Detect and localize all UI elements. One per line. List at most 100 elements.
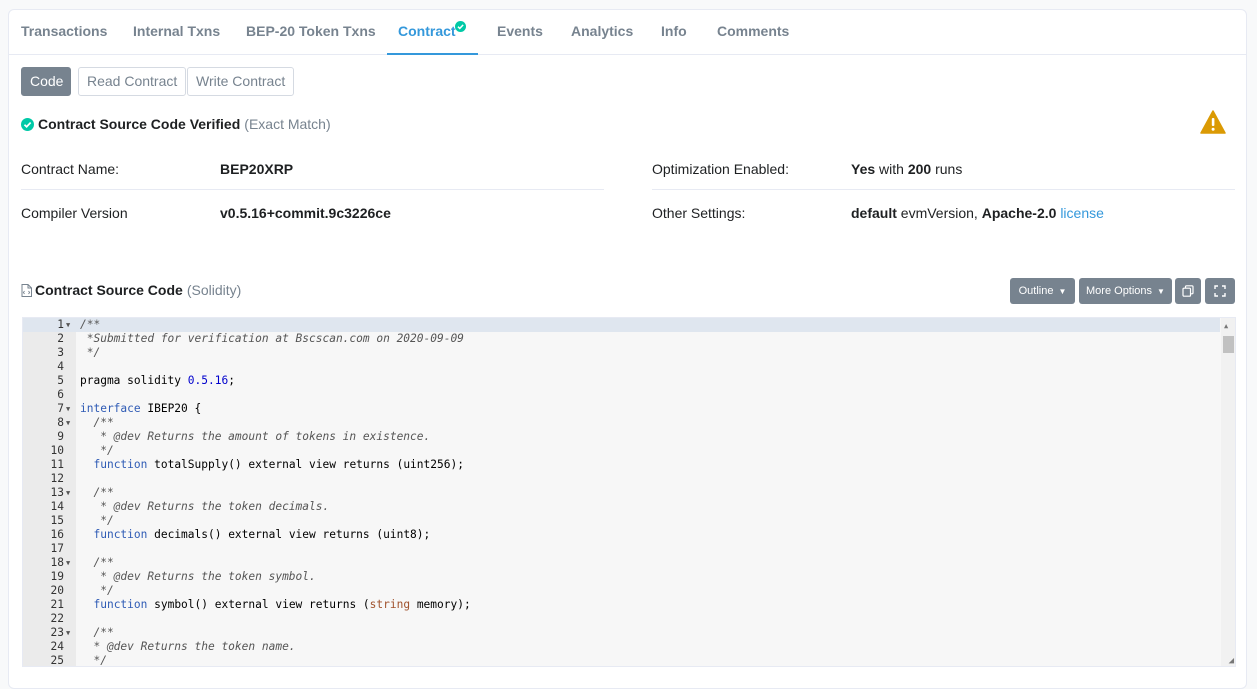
code-editor[interactable]: 1 ▼/** 2 *Submitted for verification at Bs… <box>22 317 1236 667</box>
verified-match: (Exact Match) <box>244 116 331 132</box>
code-button[interactable]: Code <box>21 67 71 96</box>
code-line[interactable]: 20 */ <box>23 584 1220 598</box>
line-number: 19 <box>50 570 64 583</box>
tab-internal-txns[interactable]: Internal Txns <box>133 10 220 55</box>
editor-scrollbar[interactable]: ▲ <box>1221 318 1235 666</box>
code-line[interactable]: 13 ▼ /** <box>23 486 1220 500</box>
line-number: 3 <box>57 346 64 359</box>
other-settings-label: Other Settings: <box>652 205 746 221</box>
optimization-runs-word: runs <box>935 161 963 177</box>
code-line[interactable]: 24 * @dev Returns the token name. <box>23 640 1220 654</box>
code-text: function decimals() external view return… <box>93 528 431 541</box>
line-number: 24 <box>50 640 64 653</box>
fold-toggle-icon[interactable]: ▼ <box>66 556 70 570</box>
expand-icon <box>1214 285 1226 297</box>
tab-info[interactable]: Info <box>661 10 687 55</box>
code-line[interactable]: 22 <box>23 612 1220 626</box>
line-number: 10 <box>50 444 64 457</box>
tab-analytics[interactable]: Analytics <box>571 10 633 55</box>
line-number: 15 <box>50 514 64 527</box>
fold-toggle-icon[interactable]: ▼ <box>66 626 70 640</box>
code-text: * @dev Returns the token decimals. <box>80 500 330 513</box>
tab-contract[interactable]: Contract <box>387 10 478 55</box>
code-line[interactable]: 7 ▼ interface IBEP20 { <box>23 402 1220 416</box>
tab-transactions[interactable]: Transactions <box>21 10 107 55</box>
file-code-icon <box>21 283 32 297</box>
code-line[interactable]: 14 * @dev Returns the token decimals. <box>23 500 1220 514</box>
line-number: 20 <box>50 584 64 597</box>
source-code-title: Contract Source Code <box>35 282 183 298</box>
code-line[interactable]: 1 ▼ /** <box>23 318 1220 332</box>
copy-button[interactable] <box>1175 278 1201 304</box>
code-line[interactable]: 15 */ <box>23 514 1220 528</box>
code-line[interactable]: 23 ▼ /** <box>23 626 1220 640</box>
code-line[interactable]: 5 pragma solidity 0.5.16; <box>23 374 1220 388</box>
optimization-label: Optimization Enabled: <box>652 161 789 177</box>
source-code-lang: (Solidity) <box>186 282 242 298</box>
code-text: * @dev Returns the amount of tokens in e… <box>80 430 431 443</box>
resize-handle-icon[interactable]: ◢ <box>1229 656 1234 666</box>
code-line[interactable]: 10 */ <box>23 444 1220 458</box>
tab-comments[interactable]: Comments <box>717 10 789 55</box>
warning-icon[interactable] <box>1200 110 1226 134</box>
code-line[interactable]: 17 <box>23 542 1220 556</box>
code-text: */ <box>80 444 114 457</box>
line-number: 13 <box>50 486 64 499</box>
line-number: 4 <box>57 360 64 373</box>
scroll-up-icon[interactable]: ▲ <box>1224 322 1228 330</box>
optimization-with: with <box>879 161 904 177</box>
code-line[interactable]: 12 <box>23 472 1220 486</box>
write-contract-button[interactable]: Write Contract <box>187 67 295 96</box>
code-text: * @dev Returns the token symbol. <box>80 570 316 583</box>
verified-check-icon <box>455 21 466 32</box>
code-line[interactable]: 8 ▼ /** <box>23 416 1220 430</box>
code-line[interactable]: 4 <box>23 360 1220 374</box>
code-line[interactable]: 3 */ <box>23 346 1220 360</box>
compiler-version-label: Compiler Version <box>21 205 128 221</box>
fold-toggle-icon[interactable]: ▼ <box>66 318 70 332</box>
code-text: */ <box>80 514 114 527</box>
code-line[interactable]: 6 <box>23 388 1220 402</box>
license-link[interactable]: license <box>1060 205 1104 221</box>
fold-toggle-icon[interactable]: ▼ <box>66 486 70 500</box>
source-code-header: Contract Source Code (Solidity) <box>21 282 241 298</box>
line-number: 2 <box>57 332 64 345</box>
read-contract-button[interactable]: Read Contract <box>78 67 187 96</box>
code-line[interactable]: 25 */ <box>23 654 1220 667</box>
line-number: 12 <box>50 472 64 485</box>
divider <box>21 189 604 190</box>
code-text: * @dev Returns the token name. <box>80 640 296 653</box>
code-text: /** <box>80 626 114 639</box>
fullscreen-button[interactable] <box>1205 278 1235 304</box>
outline-button[interactable]: Outline ▼ <box>1010 278 1075 304</box>
line-number: 16 <box>50 528 64 541</box>
code-text: */ <box>80 654 107 667</box>
scrollbar-thumb[interactable] <box>1223 336 1234 353</box>
optimization-runs: 200 <box>907 161 932 177</box>
code-text: pragma solidity 0.5.16; <box>80 374 235 387</box>
code-line[interactable]: 11 function totalSupply() external view … <box>23 458 1220 472</box>
tab-bar: Transactions Internal Txns BEP-20 Token … <box>9 10 1246 55</box>
code-text: /** <box>80 416 114 429</box>
more-options-button[interactable]: More Options ▼ <box>1079 278 1172 304</box>
code-line[interactable]: 19 * @dev Returns the token symbol. <box>23 570 1220 584</box>
code-line[interactable]: 21 function symbol() external view retur… <box>23 598 1220 612</box>
code-line[interactable]: 18 ▼ /** <box>23 556 1220 570</box>
code-line[interactable]: 2 *Submitted for verification at Bscscan… <box>23 332 1220 346</box>
other-default: default <box>851 205 897 221</box>
outline-label: Outline <box>1018 285 1054 297</box>
fold-toggle-icon[interactable]: ▼ <box>66 402 70 416</box>
contract-card: Transactions Internal Txns BEP-20 Token … <box>8 9 1247 689</box>
tab-contract-label: Contract <box>398 23 456 39</box>
code-text: /** <box>80 486 114 499</box>
code-line[interactable]: 16 function decimals() external view ret… <box>23 528 1220 542</box>
code-line[interactable]: 9 * @dev Returns the amount of tokens in… <box>23 430 1220 444</box>
fold-toggle-icon[interactable]: ▼ <box>66 416 70 430</box>
optimization-yes: Yes <box>851 161 876 177</box>
other-settings-value: default evmVersion, Apache-2.0 license <box>851 205 1104 221</box>
tab-bep20-token-txns[interactable]: BEP-20 Token Txns <box>246 10 376 55</box>
contract-name-label: Contract Name: <box>21 161 120 177</box>
tab-events[interactable]: Events <box>497 10 543 55</box>
line-number: 9 <box>57 430 64 443</box>
line-number: 17 <box>50 542 64 555</box>
